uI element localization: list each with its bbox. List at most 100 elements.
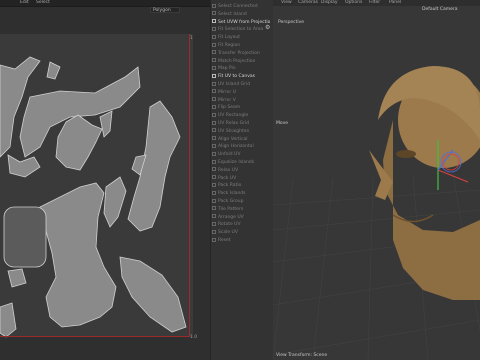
command-icon	[212, 175, 216, 180]
uv-command-item[interactable]: Relax UV	[212, 167, 270, 174]
uv-editor[interactable]: Polygon 1 1.0	[0, 7, 210, 360]
viewport-perspective-label: Perspective	[278, 20, 305, 25]
viewport-move-label: Move	[276, 121, 289, 126]
uv-command-item[interactable]: Rotate UV	[212, 221, 270, 228]
uv-command-item[interactable]: Match Projection	[212, 58, 270, 65]
uv-island-bottom-right	[119, 256, 187, 333]
command-icon	[212, 206, 216, 211]
uv-island-small-2	[7, 154, 41, 178]
uv-command-item[interactable]: Scale UV	[212, 229, 270, 236]
viewport[interactable]: View Cameras Display Options Filter Pane…	[273, 0, 480, 360]
command-icon	[212, 151, 216, 156]
uv-corner-label-bottom: 1.0	[190, 335, 198, 340]
uv-command-label: UV Relax Grid	[218, 121, 250, 126]
uv-command-item[interactable]: Select Connected	[212, 3, 270, 10]
uv-command-label: Transfer Projection	[218, 50, 260, 56]
uv-command-label: Align Horizontal	[218, 144, 254, 150]
uv-command-item[interactable]: Mirror U	[212, 89, 270, 96]
uv-command-item[interactable]: Align Vertical	[212, 136, 270, 143]
uv-command-item[interactable]: Select Island	[212, 11, 270, 18]
uv-command-item[interactable]: UV Straighten	[212, 128, 270, 135]
uv-command-label: Tile Pattern	[218, 206, 244, 212]
uv-command-label: Rotate UV	[218, 222, 241, 228]
uv-island-mid-2	[103, 176, 127, 228]
uv-command-item[interactable]: UV Relax Grid	[212, 120, 270, 127]
uv-command-label: Fit Selection to Area	[218, 27, 264, 33]
command-icon	[212, 214, 216, 219]
uv-command-label: Map Pin	[218, 66, 236, 72]
uv-command-label: Scale UV	[218, 230, 238, 236]
uv-command-label: Pack Ratio	[218, 183, 242, 189]
uv-command-item[interactable]: Pack Group	[212, 198, 270, 205]
uv-command-label: Mirror V	[218, 97, 236, 103]
uv-command-item[interactable]: Fit Layout	[212, 34, 270, 41]
uv-island-bottom-left	[0, 302, 17, 338]
uv-command-label: UV Rectangle	[218, 113, 249, 119]
uv-island-dense-grid	[3, 206, 47, 268]
uv-corner-label-top: 1	[190, 36, 193, 41]
uv-island-small-5	[7, 268, 27, 288]
uv-command-item[interactable]: Fit Region	[212, 42, 270, 49]
uv-command-item[interactable]: Mirror V	[212, 97, 270, 104]
uv-command-label: Align Vertical	[218, 136, 248, 142]
uv-command-item[interactable]: Pack UV	[212, 175, 270, 182]
command-icon	[212, 65, 216, 70]
command-icon	[212, 182, 216, 187]
uv-command-label: Unfold UV	[218, 152, 241, 158]
command-icon	[212, 73, 216, 78]
uv-command-label: Set UVW from Projection	[218, 19, 270, 25]
menu-select[interactable]: Select	[36, 0, 50, 6]
uv-command-label: Flip Seam	[218, 105, 241, 111]
uv-islands[interactable]	[0, 7, 210, 360]
menu-edit[interactable]: Edit	[20, 0, 29, 6]
command-icon	[212, 11, 216, 16]
command-icon	[212, 58, 216, 63]
uv-command-item[interactable]: Map Pin	[212, 65, 270, 72]
command-icon	[212, 143, 216, 148]
uv-command-item[interactable]: Fit Selection to Area	[212, 26, 270, 33]
command-icon	[212, 159, 216, 164]
viewport-scene[interactable]	[273, 0, 480, 360]
uv-command-item[interactable]: Tile Pattern	[212, 206, 270, 213]
uv-command-label: Fit Region	[218, 43, 241, 48]
command-icon	[212, 42, 216, 47]
uv-command-item[interactable]: Transfer Projection	[212, 50, 270, 57]
command-icon	[212, 128, 216, 133]
uv-command-label: Match Projection	[218, 58, 256, 64]
command-icon	[212, 136, 216, 141]
uv-command-item[interactable]: Unfold UV	[212, 151, 270, 158]
uv-command-label: Pack Islands	[218, 191, 246, 197]
uv-command-label: Relax UV	[218, 167, 239, 173]
command-icon	[212, 50, 216, 55]
command-icon	[212, 221, 216, 226]
command-icon	[212, 89, 216, 94]
command-icon	[212, 167, 216, 172]
command-icon	[212, 81, 216, 86]
uv-command-item[interactable]: Set UVW from Projection	[212, 19, 270, 26]
uv-command-label: Pack Group	[218, 199, 244, 204]
uv-island-small-3	[99, 110, 113, 138]
command-icon	[212, 3, 216, 8]
uv-command-item[interactable]: UV Rectangle	[212, 112, 270, 119]
uv-command-item[interactable]: Pack Ratio	[212, 182, 270, 189]
command-icon	[212, 229, 216, 234]
uv-command-label: Select Island	[218, 11, 247, 17]
uv-command-item[interactable]: Fit UV to Canvas	[212, 73, 270, 80]
uv-command-item[interactable]: Arrange UV	[212, 214, 270, 221]
uv-command-label: Equalize Islands	[218, 160, 255, 165]
uv-command-item[interactable]: Reset	[212, 237, 270, 244]
uv-command-label: UV Island Grid	[218, 82, 251, 87]
uv-command-label: Fit UV to Canvas	[218, 74, 255, 80]
viewport-footer: View Transform: Scene	[276, 353, 328, 358]
command-icon	[212, 237, 216, 242]
uv-command-item[interactable]: UV Island Grid	[212, 81, 270, 88]
command-icon	[212, 97, 216, 102]
uv-command-item[interactable]: Equalize Islands	[212, 159, 270, 166]
uv-command-label: Select Connected	[218, 4, 258, 9]
uv-command-item[interactable]: Pack Islands	[212, 190, 270, 197]
uv-command-item[interactable]: Align Horizontal	[212, 143, 270, 150]
uv-command-label: Mirror U	[218, 89, 236, 95]
command-icon	[212, 190, 216, 195]
uv-command-item[interactable]: Flip Seam	[212, 104, 270, 111]
command-icon	[212, 112, 216, 117]
